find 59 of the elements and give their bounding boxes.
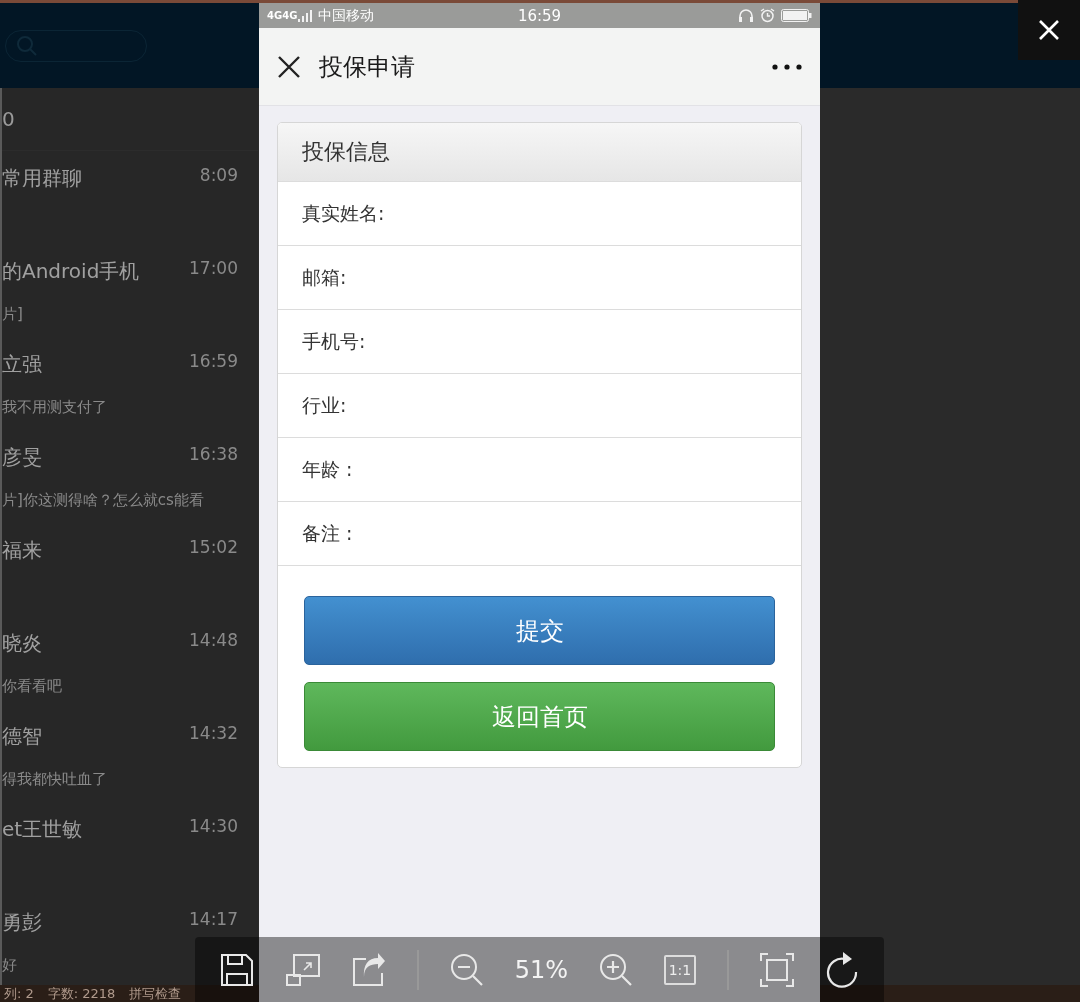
network-label: 4G — [267, 10, 283, 21]
status-text: 字数: 2218 — [47, 984, 116, 1002]
chat-name: 晓炎 — [2, 630, 43, 657]
close-icon — [1038, 19, 1060, 41]
zoom-in-icon[interactable] — [599, 952, 634, 987]
chat-name: 勇彭 — [2, 909, 43, 936]
zoom-level: 51% — [514, 955, 569, 984]
page-title: 投保申请 — [319, 51, 415, 83]
close-button[interactable] — [1018, 0, 1080, 60]
status-time: 16:59 — [517, 6, 562, 25]
chat-time: 17:00 — [189, 258, 238, 280]
chat-name: 的Android手机 — [2, 258, 141, 285]
field-label: 手机号: — [302, 328, 366, 354]
restore-window-icon[interactable] — [285, 952, 322, 987]
field-label: 行业: — [302, 392, 347, 418]
chat-name: et王世敏 — [2, 816, 84, 843]
field-label: 年龄 : — [302, 456, 353, 482]
chat-time: 8:09 — [199, 165, 238, 187]
headset-icon — [738, 8, 754, 23]
status-text: 列: 2 — [4, 984, 34, 1002]
chat-name: 德智 — [2, 723, 43, 750]
list-heading: 0 — [2, 107, 15, 131]
home-button[interactable]: 返回首页 — [304, 682, 775, 751]
chat-preview: 片]你这测得啥？怎么就cs能看 — [2, 490, 205, 511]
chat-time: 14:32 — [189, 723, 238, 745]
chat-time: 14:48 — [189, 630, 238, 652]
chat-name: 彦旻 — [2, 444, 43, 471]
close-icon[interactable] — [277, 54, 301, 79]
battery-icon — [781, 9, 812, 22]
actual-size-button[interactable]: 1:1 — [663, 954, 696, 985]
rotate-icon[interactable] — [824, 951, 859, 988]
chat-preview: 我不用测支付了 — [2, 397, 108, 418]
chat-preview: 好 — [2, 955, 18, 976]
status-text: 拼写检查 — [129, 984, 182, 1002]
chat-preview: 得我都快吐血了 — [2, 769, 108, 790]
save-icon[interactable] — [220, 952, 255, 987]
chat-preview: 片] — [2, 304, 24, 325]
field-label: 备注 : — [302, 520, 353, 546]
card-title: 投保信息 — [302, 138, 390, 166]
share-icon[interactable] — [352, 952, 387, 987]
chat-preview: 你看看吧 — [2, 676, 63, 697]
chat-time: 14:30 — [189, 816, 238, 838]
signal-icon — [298, 9, 315, 22]
field-label: 真实姓名: — [302, 200, 385, 226]
more-icon[interactable] — [772, 63, 802, 70]
chat-time: 16:38 — [189, 444, 238, 466]
zoom-out-icon[interactable] — [449, 952, 484, 987]
field-label: 邮箱: — [302, 264, 347, 290]
chat-time: 15:02 — [189, 537, 238, 559]
submit-button[interactable]: 提交 — [304, 596, 775, 665]
chat-name: 福来 — [2, 537, 43, 564]
fit-screen-icon[interactable] — [759, 952, 794, 987]
network-label: 4G — [282, 10, 298, 21]
carrier-name: 中国移动 — [318, 6, 375, 25]
chat-name: 常用群聊 — [2, 165, 83, 192]
alarm-icon — [760, 8, 775, 23]
chat-name: 立强 — [2, 351, 43, 378]
chat-time: 16:59 — [189, 351, 238, 373]
chat-time: 14:17 — [189, 909, 238, 931]
